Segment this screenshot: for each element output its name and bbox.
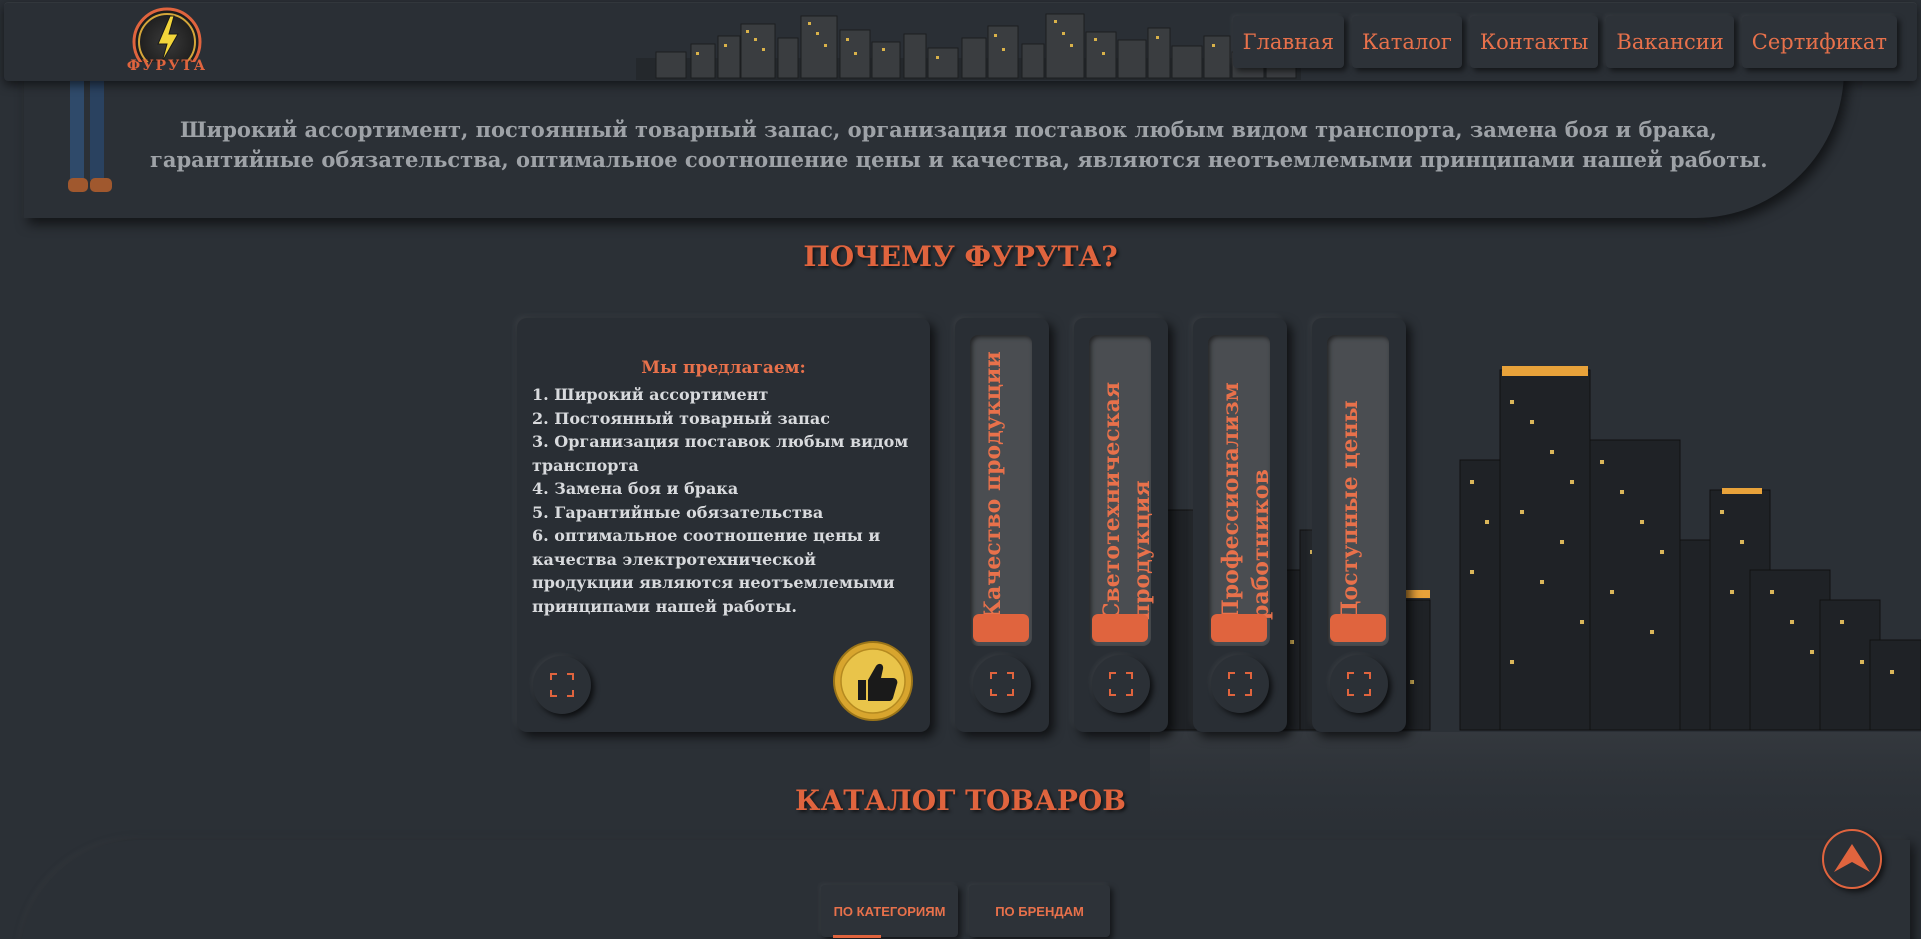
card-accent-bar bbox=[1211, 614, 1267, 642]
card-prices[interactable]: Доступные цены bbox=[1312, 318, 1406, 732]
tab-by-categories[interactable]: ПО КАТЕГОРИЯМ bbox=[821, 885, 958, 937]
card-lighting[interactable]: Светотехническая продукция bbox=[1074, 318, 1168, 732]
card-label: Качество продукции bbox=[980, 351, 1006, 620]
list-item: 5. Гарантийные обязательства bbox=[532, 502, 824, 522]
list-item: 6. оптимальное соотношение цены и качест… bbox=[532, 526, 895, 616]
businessman-image bbox=[68, 70, 112, 192]
card-accent-bar bbox=[1092, 614, 1148, 642]
card-expand-button[interactable] bbox=[973, 655, 1031, 713]
skyline-banner-image bbox=[636, 13, 1301, 80]
card-expand-button[interactable] bbox=[1211, 655, 1269, 713]
nav-catalog[interactable]: Каталог bbox=[1351, 16, 1462, 68]
thumbs-up-icon bbox=[833, 641, 913, 721]
card-slot: Доступные цены bbox=[1327, 335, 1389, 646]
catalog-section-title: КАТАЛОГ ТОВАРОВ bbox=[795, 784, 1126, 817]
active-tab-indicator bbox=[833, 935, 881, 938]
card-accent-bar bbox=[1330, 614, 1386, 642]
card-quality[interactable]: Качество продукции bbox=[955, 318, 1049, 732]
card-expand-button[interactable] bbox=[1092, 655, 1150, 713]
site-header: ФУРУТА Главная Каталог Контакты Вакансии… bbox=[4, 2, 1917, 81]
about-text: Широкий ассортимент, постоянный товарный… bbox=[150, 117, 1768, 172]
expand-icon bbox=[1347, 672, 1371, 696]
catalog-panel bbox=[20, 840, 1910, 939]
logo-text: ФУРУТА bbox=[126, 58, 208, 74]
nav-certificate[interactable]: Сертификат bbox=[1741, 16, 1897, 68]
scroll-top-button[interactable] bbox=[1822, 829, 1882, 889]
nav-vacancies[interactable]: Вакансии bbox=[1606, 16, 1734, 68]
expand-icon bbox=[1228, 672, 1252, 696]
offer-list: 1. Широкий ассортимент 2. Постоянный тов… bbox=[532, 383, 912, 618]
card-expand-button[interactable] bbox=[1330, 655, 1388, 713]
card-slot: Светотехническая продукция bbox=[1089, 335, 1155, 646]
list-item: 3. Организация поставок любым видом тран… bbox=[532, 432, 909, 475]
expand-icon bbox=[1109, 672, 1133, 696]
logo[interactable]: ФУРУТА bbox=[122, 6, 212, 78]
card-label: Светотехническая продукция bbox=[1099, 381, 1155, 620]
expand-icon bbox=[550, 673, 574, 697]
scroll-top-arrow-icon bbox=[1834, 844, 1870, 872]
offer-card: Мы предлагаем: 1. Широкий ассортимент 2.… bbox=[517, 318, 930, 732]
card-accent-bar bbox=[973, 614, 1029, 642]
card-label: Профессионализм работников bbox=[1218, 382, 1274, 620]
nav-contacts[interactable]: Контакты bbox=[1469, 16, 1599, 68]
card-professionalism[interactable]: Профессионализм работников bbox=[1193, 318, 1287, 732]
lightning-logo-icon bbox=[132, 7, 202, 77]
card-slot: Качество продукции bbox=[970, 335, 1032, 646]
card-label: Доступные цены bbox=[1337, 400, 1363, 620]
why-section-title: ПОЧЕМУ ФУРУТА? bbox=[803, 240, 1118, 273]
expand-icon bbox=[990, 672, 1014, 696]
list-item: 2. Постоянный товарный запас bbox=[532, 408, 830, 428]
offer-title: Мы предлагаем: bbox=[641, 358, 806, 378]
offer-expand-button[interactable] bbox=[533, 656, 591, 714]
list-item: 4. Замена боя и брака bbox=[532, 479, 739, 498]
nav-home[interactable]: Главная bbox=[1232, 16, 1344, 68]
main-nav: Главная Каталог Контакты Вакансии Сертиф… bbox=[1232, 16, 1897, 68]
list-item: 1. Широкий ассортимент bbox=[532, 385, 769, 404]
card-slot: Профессионализм работников bbox=[1208, 335, 1274, 646]
tab-by-brands[interactable]: ПО БРЕНДАМ bbox=[969, 885, 1110, 937]
